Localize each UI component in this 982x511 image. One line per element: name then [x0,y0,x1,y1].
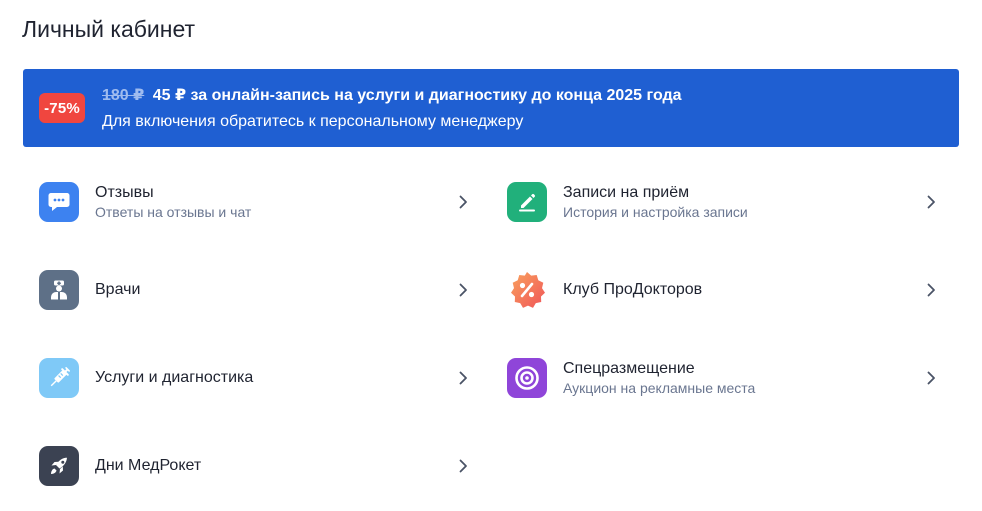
page-title: Личный кабинет [22,16,196,42]
menu-item-title: Отзывы [95,184,154,201]
chevron-right-icon [459,459,467,473]
promo-subline: Для включения обратитесь к персональному… [102,113,524,130]
menu-item-title: Врачи [95,281,141,298]
menu-item-title: Спецразмещение [563,360,695,377]
edit-pen-icon [507,182,547,222]
menu-item-title: Услуги и диагностика [95,369,254,386]
menu-item-medrocket[interactable]: Дни МедРокет [23,442,467,490]
discount-badge: -75% [39,93,85,123]
promo-headline: 45 ₽ за онлайн-запись на услуги и диагно… [152,87,682,104]
chevron-right-icon [927,195,935,209]
target-icon [507,358,547,398]
menu-item-subtitle: Аукцион на рекламные места [563,380,756,396]
chevron-right-icon [459,371,467,385]
chat-bubble-icon [39,182,79,222]
promo-headline-line: 180 ₽ 45 ₽ за онлайн-запись на услуги и … [102,85,682,107]
menu-item-subtitle: История и настройка записи [563,204,748,220]
chevron-right-icon [927,283,935,297]
menu-item-reviews[interactable]: Отзывы Ответы на отзывы и чат [23,178,467,226]
menu-item-title: Записи на приём [563,184,690,201]
menu-item-title: Клуб ПроДокторов [563,281,703,298]
menu-item-doctors[interactable]: Врачи [23,266,467,314]
menu-item-club[interactable]: Клуб ПроДокторов [491,266,935,314]
menu-item-placement[interactable]: Спецразмещение Аукцион на рекламные мест… [491,354,935,402]
chevron-right-icon [927,371,935,385]
menu-item-subtitle: Ответы на отзывы и чат [95,204,252,220]
menu-item-appointments[interactable]: Записи на приём История и настройка запи… [491,178,935,226]
chevron-right-icon [459,283,467,297]
rocket-icon [39,446,79,486]
doctor-icon [39,270,79,310]
promo-banner[interactable]: -75% 180 ₽ 45 ₽ за онлайн-запись на услу… [23,69,959,147]
chevron-right-icon [459,195,467,209]
promo-old-price: 180 ₽ [102,87,145,104]
menu-item-title: Дни МедРокет [95,457,202,474]
menu-item-services[interactable]: Услуги и диагностика [23,354,467,402]
percent-badge-icon [507,270,547,310]
syringe-icon [39,358,79,398]
